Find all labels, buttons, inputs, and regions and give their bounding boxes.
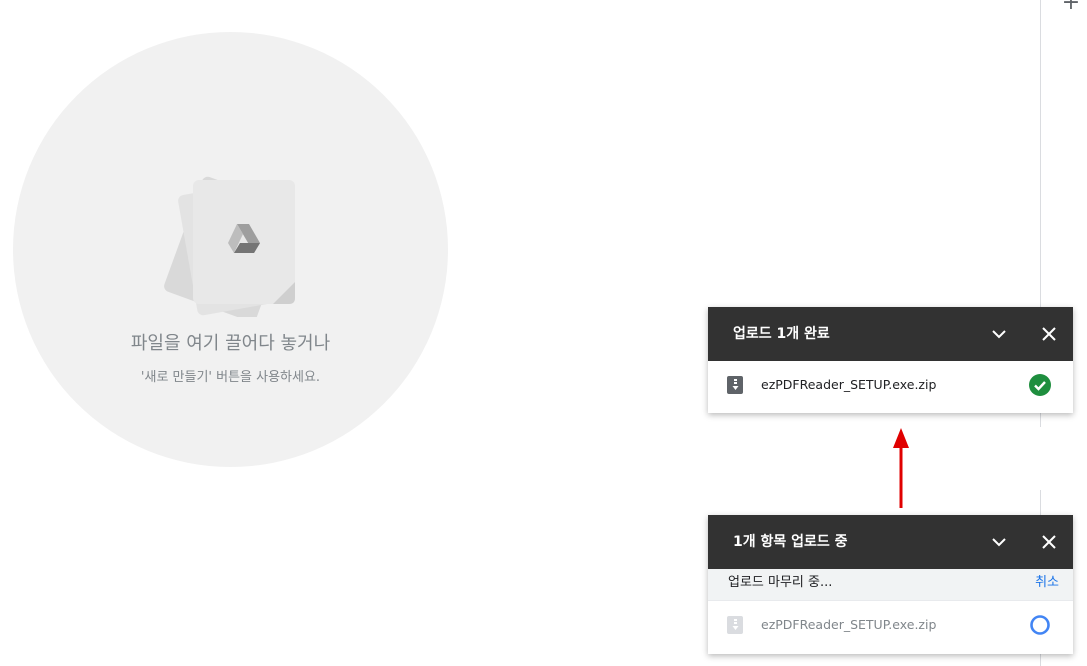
upload-status-text: 업로드 마무리 중... [728,575,833,590]
close-icon[interactable] [1037,530,1061,554]
upload-status-row: 업로드 마무리 중... 취소 [708,569,1073,601]
progress-ring-icon [1030,615,1050,635]
upload-progress-header: 1개 항목 업로드 중 [708,515,1073,569]
upload-complete-title: 업로드 1개 완료 [733,326,830,342]
drop-zone[interactable]: 파일을 여기 끌어다 놓거나 '새로 만들기' 버튼을 사용하세요. [13,32,448,467]
drop-zone-subtitle: '새로 만들기' 버튼을 사용하세요. [140,370,321,385]
cancel-button[interactable]: 취소 [1035,569,1059,597]
drive-logo-icon [164,176,295,317]
chevron-down-icon[interactable] [987,530,1011,554]
drop-zone-title: 파일을 여기 끌어다 놓거나 [130,333,331,354]
chevron-down-icon[interactable] [987,322,1011,346]
close-icon[interactable] [1037,322,1061,346]
zip-file-icon [727,616,743,634]
file-name: ezPDFReader_SETUP.exe.zip [761,617,937,632]
upload-progress-title: 1개 항목 업로드 중 [733,534,848,550]
zip-file-icon [727,376,743,394]
upload-file-row[interactable]: ezPDFReader_SETUP.exe.zip [708,601,1073,653]
file-name: ezPDFReader_SETUP.exe.zip [761,377,937,392]
plus-icon[interactable]: + [1060,0,1082,14]
check-circle-icon [1029,374,1051,396]
upload-progress-panel: 1개 항목 업로드 중 업로드 마무리 중... 취소 ezPDFReader_… [708,515,1073,654]
upload-file-row[interactable]: ezPDFReader_SETUP.exe.zip [708,361,1073,413]
upload-complete-header: 업로드 1개 완료 [708,307,1073,361]
upload-complete-panel: 업로드 1개 완료 ezPDFReader_SETUP.exe.zip [708,307,1073,413]
annotation-arrow [893,428,909,508]
drive-page: + 파일을 여기 끌어다 놓거나 '새로 만들기' 버튼을 사용하세요. 업로드… [0,0,1087,666]
